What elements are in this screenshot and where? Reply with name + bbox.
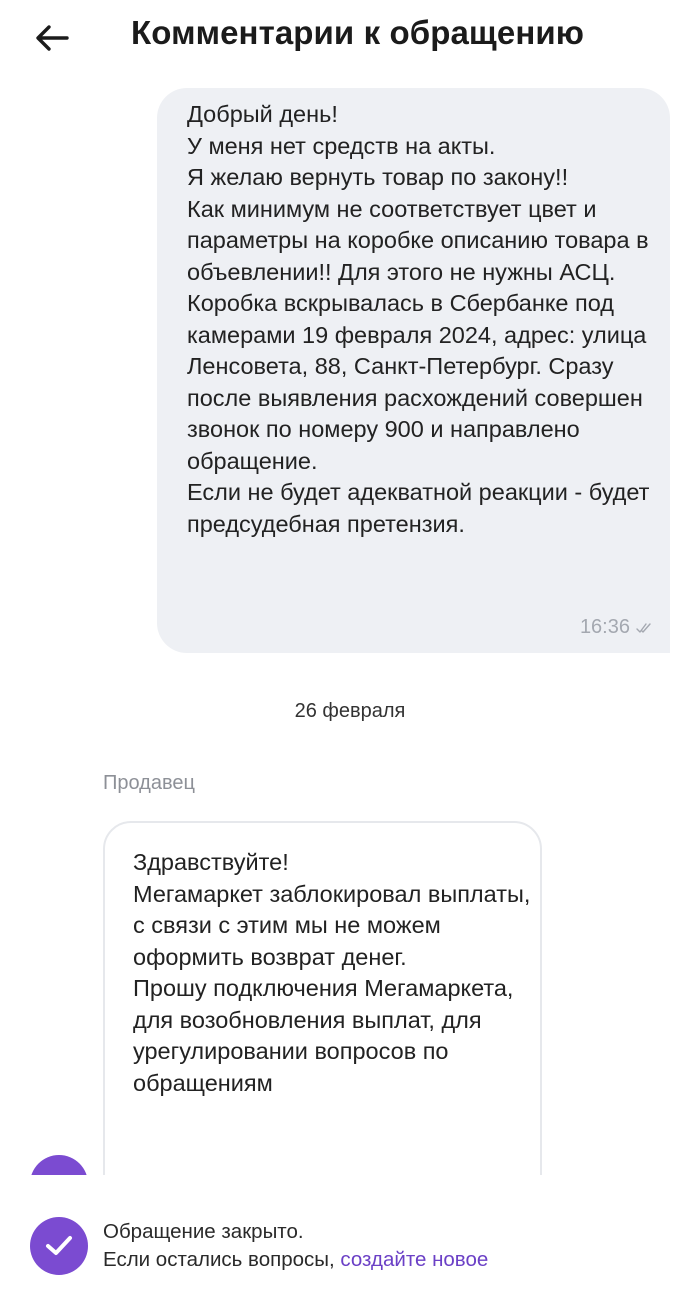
closed-ticket-footer: Обращение закрыто. Если остались вопросы… (0, 1175, 700, 1292)
status-text-prefix: Если остались вопросы, (103, 1248, 341, 1271)
top-bar: Комментарии к обращению (0, 0, 700, 78)
incoming-message-text: Здравствуйте! Мегамаркет заблокировал вы… (133, 849, 531, 1096)
message-meta: 16:36 (580, 616, 652, 639)
incoming-message-bubble: Здравствуйте! Мегамаркет заблокировал вы… (103, 821, 542, 1175)
arrow-left-icon (36, 25, 69, 51)
back-button[interactable] (30, 16, 74, 60)
outgoing-message-bubble: Добрый день! У меня нет средств на акты.… (157, 88, 670, 653)
sender-name: Продавец (103, 772, 195, 794)
status-text: Если остались вопросы, создайте новое (103, 1248, 488, 1272)
chat-thread[interactable]: Добрый день! У меня нет средств на акты.… (0, 78, 700, 1175)
create-new-link[interactable]: создайте новое (340, 1248, 488, 1271)
check-circle-icon (30, 1217, 88, 1275)
seller-avatar (30, 1155, 88, 1175)
double-check-icon (636, 622, 651, 633)
page-title: Комментарии к обращению (131, 14, 585, 51)
date-separator: 26 февраля (294, 700, 406, 722)
outgoing-message-text: Добрый день! У меня нет средств на акты.… (187, 101, 650, 537)
message-time: 16:36 (579, 616, 630, 638)
status-title: Обращение закрыто. (103, 1220, 304, 1243)
